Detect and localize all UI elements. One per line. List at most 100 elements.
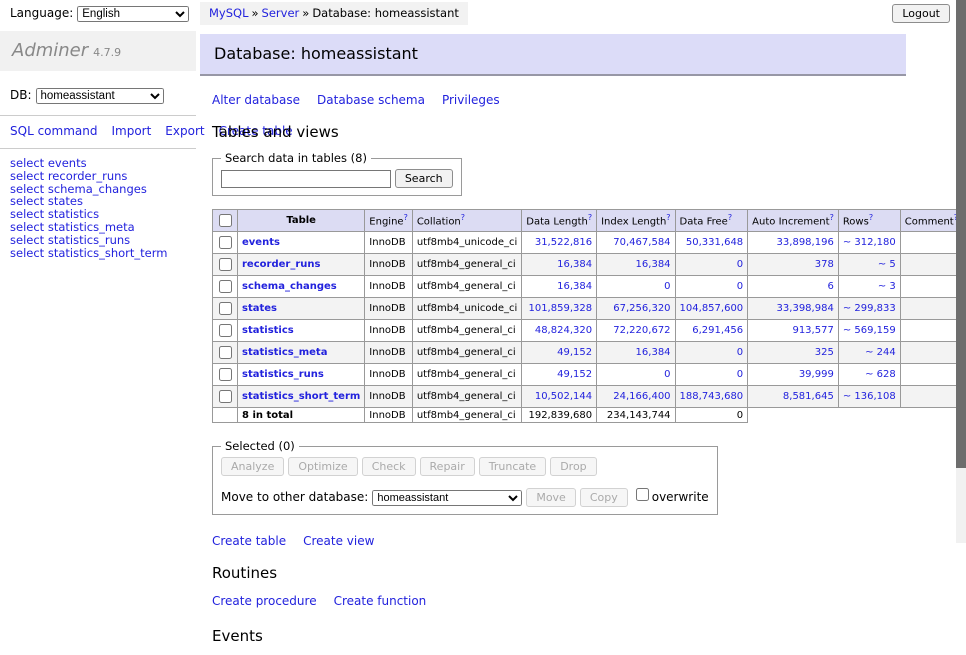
- data-free-link[interactable]: 50,331,648: [686, 237, 743, 248]
- search-input[interactable]: [221, 170, 391, 188]
- overwrite-checkbox[interactable]: [636, 488, 649, 501]
- index-length-link[interactable]: 24,166,400: [613, 391, 670, 402]
- alter-database-link[interactable]: Alter database: [212, 93, 300, 107]
- table-name-link[interactable]: events: [242, 237, 280, 248]
- sidebar-item-select-events[interactable]: select events: [10, 157, 196, 170]
- create-function-link[interactable]: Create function: [334, 594, 427, 608]
- rows-link[interactable]: ~ 5: [878, 259, 896, 270]
- data-length-link[interactable]: 49,152: [557, 347, 592, 358]
- index-length-link[interactable]: 16,384: [636, 259, 671, 270]
- collation-cell: utf8mb4_general_ci: [412, 386, 521, 408]
- create-view-link[interactable]: Create view: [303, 534, 374, 548]
- auto-increment-link[interactable]: 33,398,984: [777, 303, 834, 314]
- row-checkbox[interactable]: [219, 324, 232, 337]
- repair-button[interactable]: Repair: [420, 457, 475, 476]
- sidebar-item-select-statistics-meta[interactable]: select statistics_meta: [10, 221, 196, 234]
- data-length-link[interactable]: 10,502,144: [535, 391, 592, 402]
- index-length-link[interactable]: 70,467,584: [613, 237, 670, 248]
- auto-increment-link[interactable]: 39,999: [799, 369, 834, 380]
- data-free-link[interactable]: 188,743,680: [680, 391, 744, 402]
- row-checkbox[interactable]: [219, 258, 232, 271]
- check-button[interactable]: Check: [362, 457, 416, 476]
- breadcrumb-mysql-link[interactable]: MySQL: [209, 6, 249, 20]
- data-length-link[interactable]: 48,824,320: [535, 325, 592, 336]
- data-free-link[interactable]: 0: [737, 347, 743, 358]
- table-name-link[interactable]: statistics: [242, 325, 294, 336]
- scrollbar-thumb[interactable]: [956, 0, 966, 468]
- data-length-link[interactable]: 16,384: [557, 281, 592, 292]
- row-checkbox[interactable]: [219, 346, 232, 359]
- logout-button[interactable]: Logout: [892, 4, 950, 23]
- row-checkbox[interactable]: [219, 280, 232, 293]
- table-name-link[interactable]: statistics_short_term: [242, 391, 360, 402]
- row-checkbox[interactable]: [219, 368, 232, 381]
- collation-hint-link[interactable]: ?: [461, 213, 465, 222]
- index-length-link[interactable]: 0: [664, 281, 670, 292]
- rows-link[interactable]: ~ 244: [865, 347, 896, 358]
- copy-button[interactable]: Copy: [580, 488, 628, 507]
- drop-button[interactable]: Drop: [550, 457, 596, 476]
- db-select[interactable]: homeassistant: [36, 88, 164, 104]
- index-length-link[interactable]: 16,384: [636, 347, 671, 358]
- auto-increment-link[interactable]: 913,577: [792, 325, 833, 336]
- move-db-select[interactable]: homeassistant: [372, 490, 522, 506]
- table-name-link[interactable]: statistics_meta: [242, 347, 327, 358]
- auto-increment-hint-link[interactable]: ?: [830, 213, 834, 222]
- auto-increment-link[interactable]: 378: [815, 259, 834, 270]
- auto-increment-link[interactable]: 8,581,645: [783, 391, 834, 402]
- data-free-link[interactable]: 104,857,600: [680, 303, 744, 314]
- table-name-link[interactable]: states: [242, 303, 277, 314]
- sidebar-item-select-recorder-runs[interactable]: select recorder_runs: [10, 170, 196, 183]
- data-length-hint-link[interactable]: ?: [588, 213, 592, 222]
- auto-increment-link[interactable]: 33,898,196: [777, 237, 834, 248]
- import-link[interactable]: Import: [111, 124, 151, 138]
- row-checkbox[interactable]: [219, 302, 232, 315]
- data-length-link[interactable]: 49,152: [557, 369, 592, 380]
- data-free-link[interactable]: 0: [737, 369, 743, 380]
- data-length-link[interactable]: 16,384: [557, 259, 592, 270]
- index-length-link[interactable]: 72,220,672: [613, 325, 670, 336]
- auto-increment-link[interactable]: 6: [827, 281, 833, 292]
- breadcrumb-server-link[interactable]: Server: [262, 6, 300, 20]
- row-checkbox[interactable]: [219, 236, 232, 249]
- select-all-checkbox[interactable]: [219, 214, 232, 227]
- sql-command-link[interactable]: SQL command: [10, 124, 97, 138]
- vertical-scrollbar[interactable]: [956, 0, 966, 543]
- truncate-button[interactable]: Truncate: [479, 457, 546, 476]
- data-length-link[interactable]: 31,522,816: [535, 237, 592, 248]
- rows-link[interactable]: ~ 312,180: [843, 237, 896, 248]
- rows-hint-link[interactable]: ?: [869, 213, 873, 222]
- export-link[interactable]: Export: [165, 124, 204, 138]
- rows-link[interactable]: ~ 628: [865, 369, 896, 380]
- auto-increment-link[interactable]: 325: [815, 347, 834, 358]
- row-checkbox[interactable]: [219, 390, 232, 403]
- create-procedure-link[interactable]: Create procedure: [212, 594, 317, 608]
- sidebar-item-select-statistics-short-term[interactable]: select statistics_short_term: [10, 247, 196, 260]
- table-name-link[interactable]: recorder_runs: [242, 259, 320, 270]
- privileges-link[interactable]: Privileges: [442, 93, 500, 107]
- table-name-link[interactable]: schema_changes: [242, 281, 337, 292]
- rows-link[interactable]: ~ 569,159: [843, 325, 896, 336]
- index-length-hint-link[interactable]: ?: [666, 213, 670, 222]
- search-button[interactable]: Search: [395, 169, 453, 188]
- data-free-link[interactable]: 6,291,456: [692, 325, 743, 336]
- sidebar-item-select-statistics-runs[interactable]: select statistics_runs: [10, 234, 196, 247]
- engine-hint-link[interactable]: ?: [404, 213, 408, 222]
- analyze-button[interactable]: Analyze: [221, 457, 284, 476]
- index-length-link[interactable]: 67,256,320: [613, 303, 670, 314]
- database-schema-link[interactable]: Database schema: [317, 93, 425, 107]
- rows-link[interactable]: ~ 136,108: [843, 391, 896, 402]
- table-name-link[interactable]: statistics_runs: [242, 369, 324, 380]
- table-row: recorder_runsInnoDButf8mb4_general_ci16,…: [213, 254, 963, 276]
- rows-link[interactable]: ~ 299,833: [843, 303, 896, 314]
- create-table-link[interactable]: Create table: [212, 534, 286, 548]
- index-length-link[interactable]: 0: [664, 369, 670, 380]
- data-free-hint-link[interactable]: ?: [728, 213, 732, 222]
- data-free-link[interactable]: 0: [737, 259, 743, 270]
- optimize-button[interactable]: Optimize: [288, 457, 357, 476]
- data-length-link[interactable]: 101,859,328: [528, 303, 592, 314]
- rows-link[interactable]: ~ 3: [878, 281, 896, 292]
- language-select[interactable]: English: [77, 6, 189, 22]
- move-button[interactable]: Move: [526, 488, 576, 507]
- data-free-link[interactable]: 0: [737, 281, 743, 292]
